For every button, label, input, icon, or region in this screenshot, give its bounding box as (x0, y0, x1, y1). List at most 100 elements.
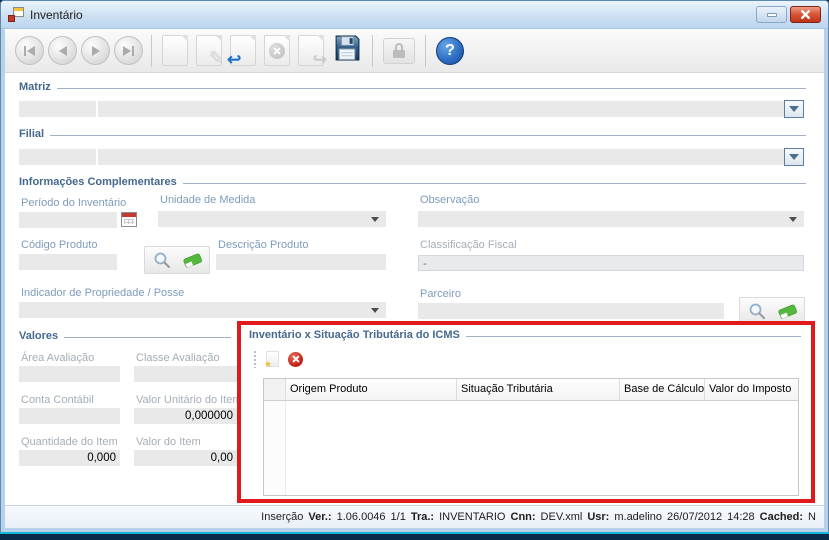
conta-contabil-field[interactable] (19, 408, 120, 424)
codigo-label: Código Produto (21, 239, 98, 251)
toolbar-separator (372, 34, 373, 67)
last-record-button[interactable] (114, 36, 143, 65)
descricao-label: Descrição Produto (218, 239, 309, 251)
matriz-name-field[interactable] (98, 101, 804, 117)
next-record-button[interactable] (81, 36, 110, 65)
valor-unitario-field[interactable]: 0,000000 (134, 408, 237, 424)
status-mode: Inserção (261, 511, 304, 523)
first-record-button[interactable] (15, 36, 44, 65)
parceiro-input[interactable] (418, 303, 724, 319)
redo-button[interactable]: ↪ (298, 35, 327, 69)
cancel-icon (269, 43, 285, 59)
valor-item-field[interactable]: 0,00 (134, 450, 237, 466)
status-user-value: m.adelino (614, 511, 663, 523)
periodo-label: Período do Inventário (21, 197, 127, 209)
padlock-icon (395, 43, 403, 50)
group-matriz-label: Matriz (19, 81, 51, 93)
status-transaction-value: INVENTARIO (439, 511, 506, 523)
matriz-dropdown-button[interactable] (784, 100, 804, 118)
chevron-down-icon (789, 154, 799, 160)
status-time: 14:28 (727, 511, 755, 523)
minimize-icon (766, 12, 777, 17)
parceiro-label: Parceiro (420, 288, 461, 300)
filial-dropdown-button[interactable] (784, 148, 804, 166)
row-selector-header (264, 379, 286, 400)
undo-button[interactable]: ↩ (227, 35, 256, 69)
app-form-icon (8, 7, 24, 22)
filial-name-field[interactable] (98, 149, 804, 165)
title-bar: Inventário (1, 1, 828, 29)
pencil-icon: ✎ (208, 48, 224, 68)
previous-record-icon (58, 45, 67, 56)
filial-code-field[interactable] (19, 149, 96, 165)
window-title: Inventário (30, 7, 83, 22)
clear-button[interactable] (178, 249, 207, 271)
parceiro-lookup-buttons (739, 297, 805, 325)
cancel-button[interactable] (264, 35, 290, 66)
toolbar-separator (151, 34, 152, 67)
previous-record-button[interactable] (48, 36, 77, 65)
icms-delete-button[interactable] (288, 351, 303, 367)
status-record-position: 1/1 (390, 511, 406, 523)
descricao-input[interactable] (216, 254, 386, 270)
magnifier-icon (749, 303, 765, 320)
group-valores: Valores (19, 330, 231, 342)
minimize-button[interactable] (756, 6, 787, 23)
classificacao-field: - (418, 255, 804, 271)
periodo-input[interactable] (19, 212, 117, 228)
edit-record-button[interactable]: ✎ (196, 35, 224, 68)
status-version-label: Ver.: (308, 511, 332, 523)
close-icon (800, 9, 811, 20)
save-button[interactable] (333, 34, 361, 67)
group-info: Informações Complementares (19, 176, 806, 188)
calendar-icon[interactable] (121, 212, 137, 227)
last-record-icon (123, 45, 131, 56)
next-record-icon (91, 45, 100, 56)
column-valor-imposto[interactable]: Valor do Imposto (705, 379, 798, 400)
observacao-combo[interactable] (418, 211, 804, 227)
conta-contabil-label: Conta Contábil (21, 394, 94, 406)
group-matriz: Matriz (19, 81, 806, 93)
first-record-icon (24, 45, 26, 56)
toolbar-separator (425, 34, 426, 67)
icms-grid-body[interactable] (264, 401, 798, 495)
magnifier-icon (154, 252, 170, 269)
unidade-label: Unidade de Medida (160, 194, 256, 206)
new-record-button[interactable] (162, 35, 188, 66)
column-base-calculo[interactable]: Base de Cálculo (620, 379, 705, 400)
group-valores-label: Valores (19, 330, 59, 342)
icms-grid: Origem Produto Situação Tributária Base … (263, 378, 799, 496)
group-icms: Inventário x Situação Tributária do ICMS (249, 329, 801, 341)
help-button[interactable]: ? (436, 36, 464, 65)
column-origem-produto[interactable]: Origem Produto (286, 379, 457, 400)
toolbar-grip-icon (253, 350, 257, 368)
quantidade-label: Quantidade do Item (21, 436, 118, 448)
lock-button[interactable] (383, 37, 415, 64)
codigo-input[interactable] (19, 254, 117, 270)
status-bar: Inserção Ver.: 1.06.0046 1/1 Tra.: INVEN… (5, 505, 824, 528)
close-button[interactable] (790, 6, 821, 23)
quantidade-field[interactable]: 0,000 (19, 450, 120, 466)
valor-item-label: Valor do Item (136, 436, 201, 448)
floppy-disk-icon (335, 35, 360, 61)
classe-avaliacao-field[interactable] (134, 366, 237, 382)
column-situacao-tributaria[interactable]: Situação Tributária (457, 379, 620, 400)
status-date: 26/07/2012 (667, 511, 723, 523)
unidade-combo[interactable] (158, 211, 386, 227)
desktop: Inventário ✎ ↩ ↪ ? Matriz Filial Informa… (0, 0, 829, 540)
parceiro-search-button[interactable] (742, 300, 771, 322)
indicador-combo[interactable] (19, 302, 386, 318)
matriz-code-field[interactable] (19, 101, 96, 117)
status-user-label: Usr: (587, 511, 610, 523)
area-avaliacao-field[interactable] (19, 366, 120, 382)
status-connection-label: Cnn: (510, 511, 536, 523)
question-mark-icon: ? (445, 41, 455, 59)
status-transaction-label: Tra.: (410, 511, 435, 523)
status-cached-value: N (808, 511, 816, 523)
icms-toolbar (253, 349, 303, 370)
form-icon-square (8, 15, 15, 22)
icms-add-button[interactable] (264, 351, 279, 370)
parceiro-clear-button[interactable] (773, 300, 802, 322)
search-button[interactable] (147, 249, 176, 271)
status-version-value: 1.06.0046 (336, 511, 386, 523)
